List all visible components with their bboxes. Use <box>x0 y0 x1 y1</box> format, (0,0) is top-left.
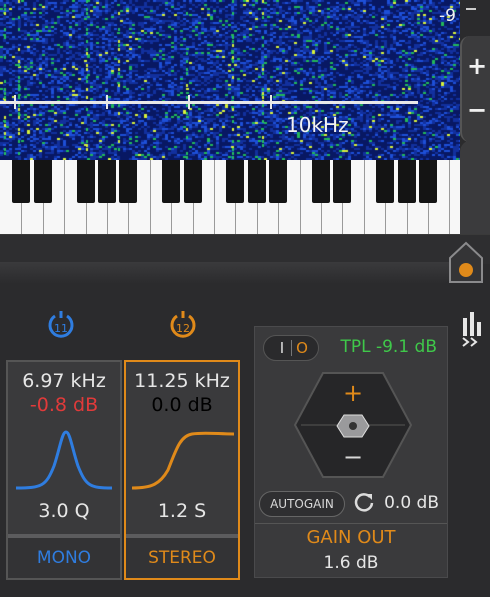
band-strip-bar <box>0 262 452 284</box>
listen-node-icon[interactable] <box>447 240 485 284</box>
black-key[interactable] <box>162 160 181 203</box>
band-11-bell-curve <box>15 430 113 490</box>
zoom-panel: + − <box>460 36 490 142</box>
toggle-divider <box>291 340 292 356</box>
db-scale-label: -9 <box>439 6 456 26</box>
band-11-mode-button[interactable]: MONO <box>8 534 120 578</box>
piano-keyboard[interactable] <box>0 160 460 234</box>
gain-up-button[interactable]: + <box>343 379 363 407</box>
black-key[interactable] <box>226 160 245 203</box>
zoom-in-button[interactable]: + <box>462 48 490 84</box>
white-key-divider <box>64 160 66 234</box>
black-key[interactable] <box>333 160 352 203</box>
white-key-divider <box>214 160 215 234</box>
frequency-axis-tick <box>270 95 272 109</box>
white-key-divider <box>149 160 151 234</box>
band-11-q[interactable]: 3.0 Q <box>8 500 120 522</box>
level-meter-icon[interactable] <box>462 312 482 336</box>
toggle-off-label: O <box>296 339 308 357</box>
frequency-axis <box>0 95 418 109</box>
frequency-label: 10kHz <box>286 113 349 137</box>
white-key-divider <box>299 160 301 234</box>
frequency-axis-tick <box>188 95 190 109</box>
db-scale-tick <box>466 8 476 10</box>
output-gain-panel: I O TPL -9.1 dB + − AUTOGAIN 0.0 dB GAIN… <box>254 326 448 578</box>
black-key[interactable] <box>33 160 52 203</box>
band-11-power-icon[interactable]: 11 <box>46 310 76 340</box>
band-12-gain[interactable]: 0.0 dB <box>126 394 238 416</box>
true-peak-level: TPL -9.1 dB <box>340 337 437 357</box>
keyboard-side-panel <box>460 140 490 234</box>
zoom-out-button[interactable]: − <box>462 92 490 128</box>
black-key[interactable] <box>119 160 138 203</box>
band-11-frequency[interactable]: 6.97 kHz <box>8 370 120 392</box>
expand-meter-icon[interactable] <box>461 336 481 348</box>
black-key[interactable] <box>397 160 416 203</box>
black-key[interactable] <box>76 160 95 203</box>
black-key[interactable] <box>312 160 330 203</box>
band-12-number: 12 <box>176 322 190 335</box>
band-12-panel[interactable]: 11.25 kHz 0.0 dB 1.2 S STEREO <box>124 360 240 580</box>
band-strip <box>0 234 490 264</box>
frequency-axis-tick <box>14 95 16 109</box>
frequency-axis-tick <box>106 95 108 109</box>
autogain-reset-icon[interactable] <box>353 491 375 513</box>
black-key[interactable] <box>98 160 116 203</box>
black-key[interactable] <box>376 160 395 203</box>
black-key[interactable] <box>247 160 266 203</box>
toggle-on-label: I <box>279 339 285 357</box>
black-key[interactable] <box>419 160 437 203</box>
band-11-panel[interactable]: 6.97 kHz -0.8 dB 3.0 Q MONO <box>6 360 122 580</box>
autogain-value: 0.0 dB <box>384 493 439 513</box>
gain-down-button[interactable]: − <box>343 443 363 471</box>
gain-hex-pad[interactable]: + − <box>293 371 413 479</box>
band-11-gain[interactable]: -0.8 dB <box>8 394 120 416</box>
gain-bypass-toggle[interactable]: I O <box>263 335 319 361</box>
black-key[interactable] <box>12 160 31 203</box>
white-key-divider <box>363 160 365 234</box>
black-key[interactable] <box>183 160 202 203</box>
band-12-slope[interactable]: 1.2 S <box>126 500 238 522</box>
black-key[interactable] <box>269 160 288 203</box>
gain-panel-divider <box>255 523 447 524</box>
band-12-power-icon[interactable]: 12 <box>168 310 198 340</box>
db-scale-strip <box>460 0 490 36</box>
band-11-number: 11 <box>54 322 68 335</box>
white-key-divider <box>449 160 451 234</box>
band-12-mode-button[interactable]: STEREO <box>126 534 238 578</box>
gain-out-title: GAIN OUT <box>306 527 396 548</box>
band-12-frequency[interactable]: 11.25 kHz <box>126 370 238 392</box>
gain-out-value[interactable]: 1.6 dB <box>255 553 447 573</box>
autogain-button[interactable]: AUTOGAIN <box>259 491 345 517</box>
spectrogram-heatmap <box>0 0 460 160</box>
spectrogram-display[interactable]: 10kHz -9 <box>0 0 460 160</box>
band-12-shelf-curve <box>131 431 234 490</box>
